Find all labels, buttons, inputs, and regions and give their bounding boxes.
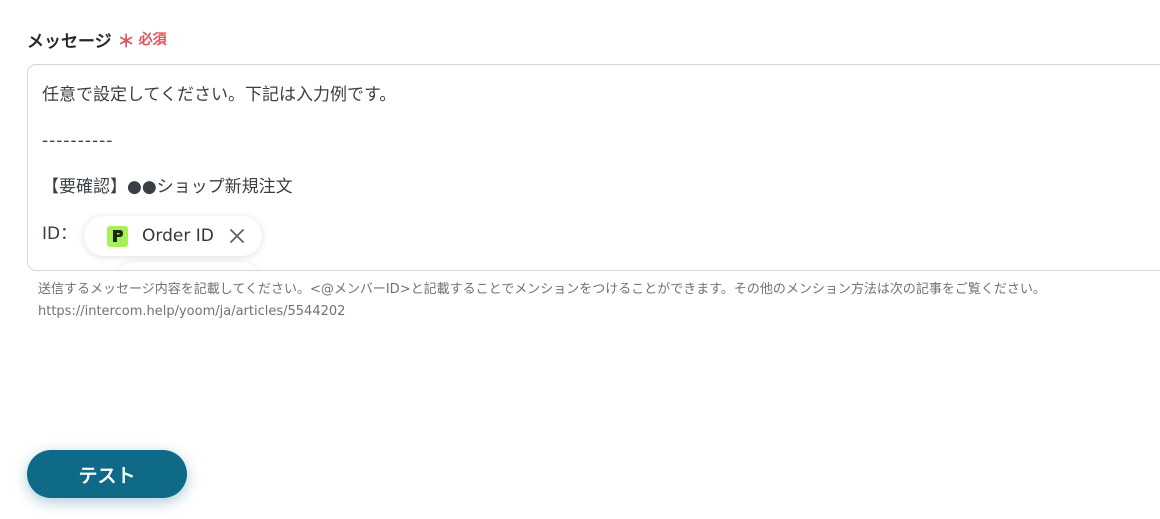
variable-chip[interactable]: Order ID bbox=[84, 216, 262, 256]
field-label: メッセージ bbox=[27, 31, 112, 52]
app-logo-glyph bbox=[113, 230, 123, 242]
app-logo-icon bbox=[107, 225, 128, 247]
help-text-block: 送信するメッセージ内容を記載してください。<@メンバーID>と記載することでメン… bbox=[38, 279, 1046, 323]
message-editor[interactable]: 任意で設定してください。下記は入力例です。 ---------- 【要確認】●●… bbox=[27, 64, 1160, 271]
help-text: 送信するメッセージ内容を記載してください。<@メンバーID>と記載することでメン… bbox=[38, 282, 1046, 297]
chip-shadow bbox=[115, 262, 261, 270]
editor-line-3: 【要確認】●●ショップ新規注文 bbox=[42, 177, 293, 197]
field-label-row: メッセージ ＊ 必須 bbox=[27, 27, 167, 52]
required-text: 必須 bbox=[138, 32, 167, 48]
editor-line-2: ---------- bbox=[42, 131, 114, 151]
help-link[interactable]: https://intercom.help/yoom/ja/articles/5… bbox=[38, 301, 1046, 323]
editor-line-1: 任意で設定してください。下記は入力例です。 bbox=[42, 85, 397, 105]
editor-line-4: ID： bbox=[42, 224, 78, 244]
form-page: メッセージ ＊ 必須 任意で設定してください。下記は入力例です。 -------… bbox=[0, 0, 1160, 519]
chip-label: Order ID bbox=[142, 226, 214, 246]
test-button[interactable]: テスト bbox=[27, 450, 187, 498]
close-icon[interactable] bbox=[228, 227, 246, 245]
required-asterisk: ＊ bbox=[117, 31, 135, 52]
